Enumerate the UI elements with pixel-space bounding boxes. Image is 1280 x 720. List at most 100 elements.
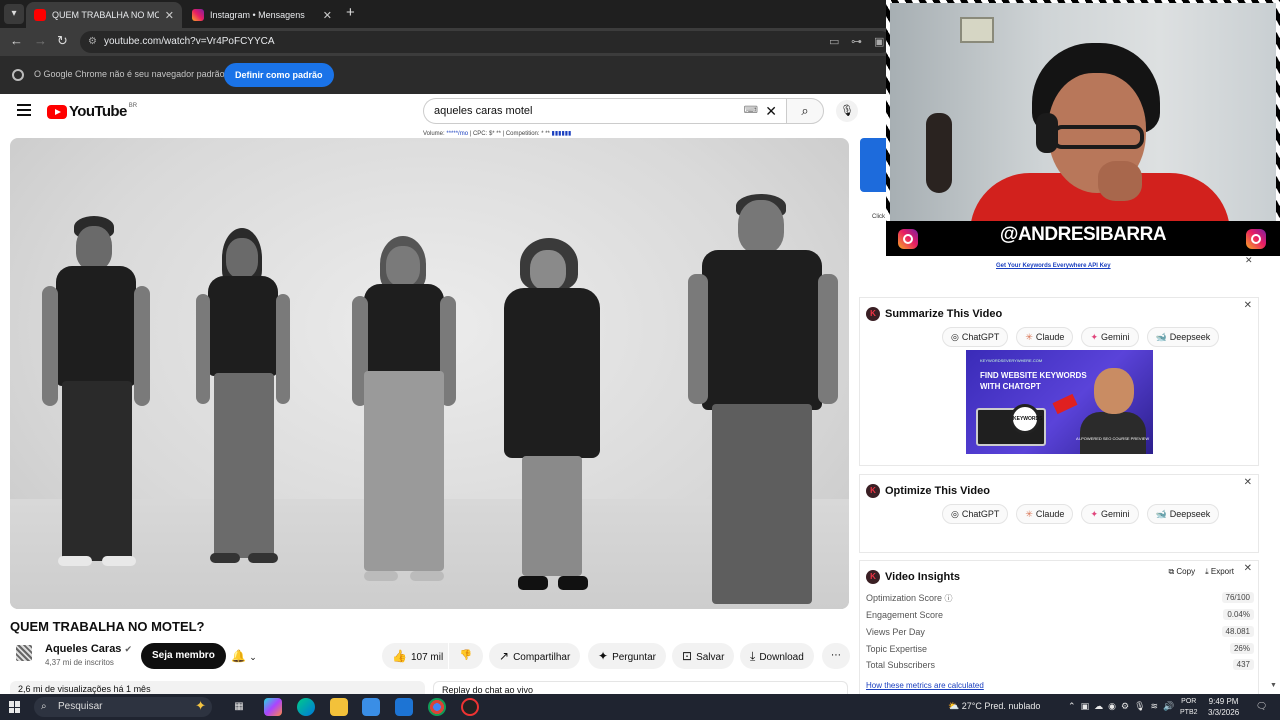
time: 9:49 PM [1208,697,1239,706]
close-icon[interactable]: ✕ [1244,300,1252,311]
file-explorer-icon[interactable] [330,698,348,716]
taskbar-search-placeholder: Pesquisar [58,701,103,712]
thumbs-up-icon: 👍 [392,649,407,663]
wall-picture [960,17,994,43]
back-icon[interactable]: ← [10,33,23,48]
store-icon[interactable] [362,698,380,716]
glasses [1052,125,1144,149]
insights-actions: ⧉ Copy ⤓ Export [1168,567,1234,577]
metric-row: Engagement Score 0.04% [866,609,1254,624]
close-tab-icon[interactable]: ✕ [165,9,174,22]
keyboard-icon[interactable]: ⌨ [744,99,758,123]
task-view-icon[interactable]: ▦ [230,698,248,716]
export-icon: ⤓ [1205,567,1209,576]
taskbar-search[interactable]: ⌕ Pesquisar ✦ [34,697,212,717]
claude-button[interactable]: ✳ Claude [1016,504,1074,524]
metrics-info-link[interactable]: How these metrics are calculated [866,681,984,690]
chatgpt-button[interactable]: ◎ ChatGPT [942,504,1009,524]
deepseek-button[interactable]: 🐋 Deepseek [1146,504,1220,524]
tab-instagram[interactable]: Instagram • Mensagens ✕ [184,2,340,28]
notifications-icon[interactable]: 🗨 [1256,701,1267,712]
chat-replay-box[interactable]: Replay do chat ao vivo [433,681,848,695]
close-icon[interactable]: ✕ [1245,255,1253,266]
screenshot-icon[interactable]: ▣ [874,35,884,48]
notifications-button[interactable]: 🔔 ⌄ [227,643,273,669]
sparkle-icon: ✦ [598,649,609,663]
password-icon[interactable]: ⊶ [851,35,862,48]
claude-button[interactable]: ✳ Claude [1016,327,1074,347]
ai-label: Deepseek [1169,509,1211,519]
tab-search-icon[interactable]: ▾ [4,4,24,24]
ai-button-row: ◎ ChatGPT ✳ Claude ✦ Gemini 🐋 Deepseek [942,327,1220,347]
tab-title: QUEM TRABALHA NO MOTEL? [52,10,159,20]
metric-value: 0.04% [1223,609,1254,620]
instagram-icon [898,229,918,249]
channel-name[interactable]: Aqueles Caras ✔ [45,643,132,655]
api-key-link[interactable]: Get Your Keywords Everywhere API Key [996,263,1111,269]
like-button[interactable]: 👍 107 mil [382,643,448,669]
thumbs-down-icon: 👎 [459,650,473,661]
copilot-icon[interactable] [264,698,282,716]
reload-icon[interactable]: ↻ [57,33,68,49]
promo-banner[interactable]: KEYWORDSEVERYWHERE.COM FIND WEBSITE KEYW… [966,350,1153,454]
dislike-button[interactable]: 👎 [449,643,483,669]
deepseek-button[interactable]: 🐋 Deepseek [1146,327,1220,347]
network-icon: ▣ [1080,701,1090,711]
ai-label: Claude [1035,332,1065,342]
menu-icon[interactable] [17,104,31,119]
info-icon[interactable]: ⓘ [945,594,953,603]
weather-text: 27°C Pred. nublado [961,701,1041,711]
more-actions-button[interactable]: ⋯ [822,643,850,669]
bookmark-icon: ⊡ [682,649,693,663]
export-button[interactable]: ⤓ Export [1205,567,1234,577]
video-player[interactable] [10,138,849,609]
windows-start-icon[interactable] [9,701,21,713]
language-indicator[interactable]: POR PTB2 [1180,696,1198,718]
save-button[interactable]: ⊡ Salvar [672,643,735,669]
export-label: Export [1210,567,1234,576]
chatgpt-icon: ◎ [951,509,959,519]
chatgpt-button[interactable]: ◎ ChatGPT [942,327,1009,347]
voice-search-button[interactable]: 🎙 [836,100,858,122]
address-bar[interactable]: ⚙ youtube.com/watch?v=Vr4PoFCYYCA [80,31,892,53]
site-info-icon[interactable]: ⚙ [88,31,97,53]
join-button[interactable]: Seja membro [141,643,226,669]
weather-widget[interactable]: ⛅ 27°C Pred. nublado [948,701,1040,712]
gemini-button[interactable]: ✦ Gemini [1081,504,1139,524]
scroll-down-icon[interactable]: ▼ [1270,682,1277,689]
search-input[interactable]: aqueles caras motel ⌨ ✕ [423,98,786,124]
gemini-button[interactable]: ✦ Gemini [1081,327,1139,347]
outlook-icon[interactable] [395,698,413,716]
search-button[interactable]: ⌕ [786,98,824,124]
panel-title: Video Insights [885,571,960,583]
clear-search-icon[interactable]: ✕ [765,99,777,123]
set-default-button[interactable]: Definir como padrão [224,63,334,87]
metric-label: Total Subscribers [866,660,936,670]
panel-header: K Summarize This Video [866,307,1002,321]
obs-icon[interactable] [461,698,479,716]
share-button[interactable]: ↗ Compartilhar [489,643,581,669]
promo-headline: FIND WEBSITE KEYWORDS WITH CHATGPT [980,371,1087,391]
close-icon[interactable]: ✕ [1244,477,1252,488]
edge-icon[interactable] [297,698,315,716]
close-tab-icon[interactable]: ✕ [323,9,332,22]
description-box[interactable]: 2,6 mi de visualizações há 1 mês [10,681,425,695]
new-tab-icon[interactable]: + [346,4,355,21]
download-button[interactable]: ⤓ Download [740,643,814,669]
chrome-taskbar-icon[interactable] [428,698,446,716]
youtube-logo[interactable]: YouTube BR [47,103,137,120]
channel-avatar[interactable] [16,645,32,661]
cast-icon[interactable]: ▭ [829,35,839,48]
ask-button[interactable]: ✦ Perguntar [588,643,666,669]
deepseek-icon: 🐋 [1155,332,1167,342]
tab-youtube[interactable]: QUEM TRABALHA NO MOTEL? ✕ [26,2,182,28]
copy-button[interactable]: ⧉ Copy [1168,567,1195,577]
settings-icon: ⚙ [1120,701,1130,711]
close-icon[interactable]: ✕ [1244,563,1252,574]
volume-value: *****/mo [446,131,469,137]
tray-icons[interactable]: ⌃ ▣ ☁ ◉ ⚙ 🎙 ≋ 🔊 [1068,701,1174,712]
save-label: Salvar [696,652,725,663]
clock[interactable]: 9:49 PM 3/3/2026 [1208,696,1239,718]
forward-icon[interactable]: → [34,33,47,48]
lens-text: KEYWORDS [1013,416,1043,422]
